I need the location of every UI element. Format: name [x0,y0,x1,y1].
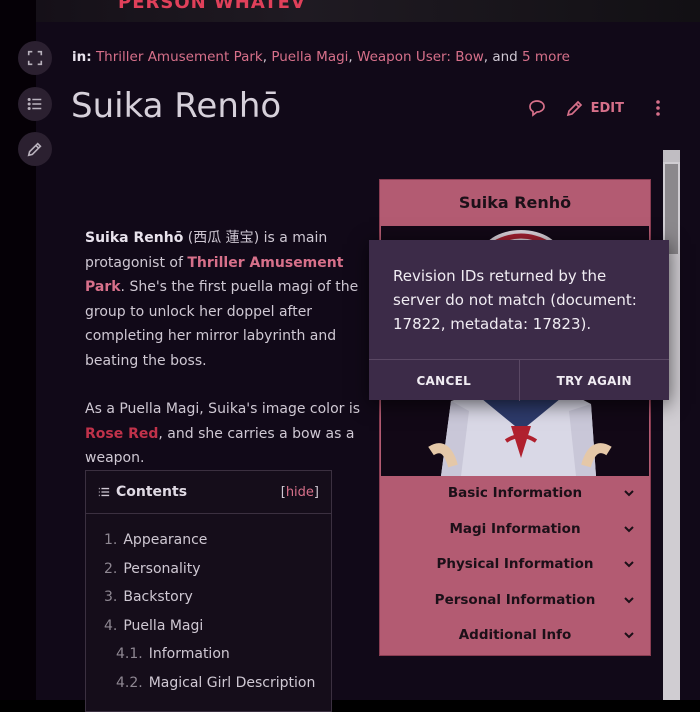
rose-red-link[interactable]: Rose Red [85,426,158,442]
section-label: Physical Information [436,556,594,572]
toc-hide-bracket-close: ] [313,484,319,500]
talk-button[interactable] [527,98,547,118]
infobox-section-basic[interactable]: Basic Information [380,478,650,508]
section-label: Personal Information [434,592,596,608]
categories-more-link[interactable]: 5 more [522,49,570,65]
more-vertical-icon [656,100,660,116]
table-of-contents-button[interactable] [18,87,52,121]
infobox-section-physical[interactable]: Physical Information [380,549,650,579]
expand-icon [27,50,43,66]
toc-item[interactable]: 2. Personality [86,555,331,584]
revision-error-dialog: Revision IDs returned by the server do n… [369,240,669,401]
category-link[interactable]: Thriller Amusement Park [96,49,263,65]
character-name: Suika Renhō [85,230,184,246]
page-actions: EDIT [527,98,668,118]
toc-item-number: 2. [104,560,118,577]
toc-item-number: 4.1. [116,646,143,662]
edit-tool-button[interactable] [18,132,52,166]
categories-prefix: in: [72,49,92,65]
category-link[interactable]: Puella Magi [271,49,348,65]
chevron-down-icon [624,526,634,533]
categories-and: , and [483,49,523,65]
chevron-down-icon [624,597,634,604]
infobox-section-additional[interactable]: Additional Info [380,620,650,650]
scrollbar[interactable] [663,150,680,700]
toc-item-label: Magical Girl Description [148,674,316,691]
toc-hide-label[interactable]: hide [286,485,314,500]
toc-hide-toggle[interactable]: [hide] [281,485,319,500]
color-text: As a Puella Magi, Suika's image color is [85,401,361,417]
article-content: Suika Renhō (西瓜 蓮宝) is a main protagonis… [85,226,365,495]
table-of-contents: Contents [hide] 1. Appearance 2. Personali… [85,470,332,712]
comment-bubble-icon [528,100,545,117]
toc-item-number: 1. [104,532,118,548]
toc-list: 1. Appearance 2. Personality 3. Backstory 4… [86,526,331,697]
intro-rest: . She's the first puella magi of the gro… [85,279,359,369]
banner-text: PERSON WHATEV [118,0,306,13]
toc-header: Contents [hide] [86,471,331,514]
chevron-down-icon [624,561,634,568]
section-label: Additional Info [458,627,572,643]
list-icon [27,97,42,111]
toc-subitem[interactable]: 4.2. Magical Girl Description [86,669,331,698]
intro-paragraph: Suika Renhō (西瓜 蓮宝) is a main protagonis… [85,226,365,373]
edit-button[interactable]: EDIT [565,98,624,118]
dialog-message: Revision IDs returned by the server do n… [393,267,637,333]
page-title: Suika Renhō [71,86,282,126]
toc-item-number: 4. [104,617,118,634]
infobox-section-magi[interactable]: Magi Information [380,514,650,544]
toc-item-label: Personality [123,560,201,577]
toc-item[interactable]: 1. Appearance [86,526,331,555]
cancel-button[interactable]: CANCEL [369,360,519,401]
native-name: (西瓜 蓮宝 [183,230,254,246]
section-label: Basic Information [447,485,583,501]
page-categories: in: Thriller Amusement Park, Puella Magi… [72,49,570,65]
try-again-button[interactable]: TRY AGAIN [518,360,670,401]
toc-item-number: 3. [104,589,118,605]
toc-item-label: Puella Magi [123,617,204,634]
toc-item-label: Backstory [123,589,193,605]
toc-item-label: Information [148,646,230,662]
color-paragraph: As a Puella Magi, Suika's image color is… [85,397,365,471]
site-banner: PERSON WHATEV [36,0,700,22]
toc-item-number: 4.2. [116,674,143,691]
category-link[interactable]: Weapon User: Bow [357,49,484,65]
toc-subitem[interactable]: 4.1. Information [86,640,331,669]
infobox-title: Suika Renhō [458,193,572,212]
chevron-down-icon [624,632,634,639]
scroll-up-arrow[interactable] [663,150,680,162]
fullscreen-button[interactable] [18,41,52,75]
pencil-icon [566,100,582,117]
more-options-button[interactable] [648,98,668,118]
pencil-icon [27,142,42,157]
toc-item[interactable]: 4. Puella Magi [86,612,331,641]
list-icon [98,487,110,497]
toc-item-label: Appearance [123,532,208,548]
dialog-actions: CANCEL TRY AGAIN [369,359,669,401]
category-separator: , [348,49,358,65]
toc-item[interactable]: 3. Backstory [86,583,331,612]
chevron-down-icon [624,490,634,497]
infobox-section-personal[interactable]: Personal Information [380,585,650,615]
section-label: Magi Information [449,521,581,537]
toc-title: Contents [116,484,188,500]
edit-label: EDIT [590,100,624,116]
